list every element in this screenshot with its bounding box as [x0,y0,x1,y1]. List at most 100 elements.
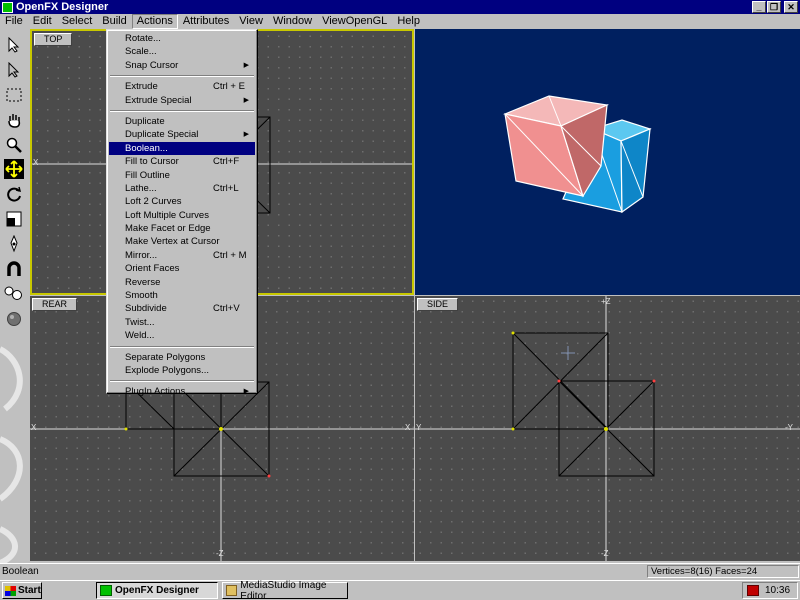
menu-item-make-facet-or-edge[interactable]: Make Facet or Edge [109,222,255,235]
viewport-label-side: SIDE [417,298,459,311]
menu-item-label: Make Facet or Edge [125,223,211,235]
menu-item-label: Extrude [125,81,158,93]
menu-item-label: Separate Polygons [125,351,206,363]
menu-item-make-vertex-at-cursor[interactable]: Make Vertex at Cursor [109,235,255,248]
menu-build[interactable]: Build [97,14,131,29]
task-label: OpenFX Designer [115,585,199,596]
close-button[interactable]: ✕ [784,1,798,13]
menu-item-weld[interactable]: Weld... [109,329,255,342]
menu-attributes[interactable]: Attributes [178,14,234,29]
menu-item-label: Extrude Special [125,94,192,106]
menu-item-label: Rotate... [125,33,161,44]
menu-item-orient-faces[interactable]: Orient Faces [109,262,255,275]
menu-window[interactable]: Window [268,14,317,29]
menu-separator [110,345,254,348]
restore-button[interactable]: ❐ [767,1,781,13]
app-icon [2,1,13,13]
toolbox [0,29,30,563]
blue-cube-side [620,128,651,214]
status-message: Boolean [2,566,39,577]
window-title: OpenFX Designer [16,1,109,13]
menu-item-smooth[interactable]: Smooth [109,289,255,302]
menu-item-loft-2-curves[interactable]: Loft 2 Curves [109,195,255,208]
menu-item-shortcut: Ctrl + E [213,81,245,93]
menu-item-label: Snap Cursor [125,59,179,71]
task-mediastudio[interactable]: MediaStudio Image Editor [222,579,348,600]
magnet-icon[interactable] [4,259,24,279]
menu-help[interactable]: Help [392,14,425,29]
menu-item-subdivide[interactable]: Subdivide Ctrl+V [109,302,255,315]
menu-item-label: Subdivide [125,303,167,315]
rotate-icon[interactable] [4,184,24,204]
menu-actions[interactable]: Actions [131,14,178,29]
menu-item-label: PlugIn Actions [125,386,186,398]
menu-item-loft-multiple-curves[interactable]: Loft Multiple Curves [109,209,255,222]
submenu-arrow-icon: ▶ [243,96,249,104]
menu-item-extrude-special[interactable]: Extrude Special ▶ [109,94,255,107]
status-bar: Boolean Vertices=8(16) Faces=24 [0,563,800,579]
menu-view[interactable]: View [234,14,268,29]
menu-item-plugin-actions[interactable]: PlugIn Actions ▶ [109,385,255,398]
menu-item-boolean[interactable]: Boolean... [109,141,255,156]
scale-icon[interactable] [4,209,24,229]
menu-item-shortcut: Ctrl + M [213,249,247,261]
rear-axis-z-bottom: -Z [216,549,224,558]
menu-separator [110,109,254,112]
zoom-icon[interactable] [4,135,24,155]
menu-edit[interactable]: Edit [28,14,57,29]
submenu-arrow-icon: ▶ [243,388,249,396]
start-button[interactable]: Start [2,582,42,599]
menu-item-extrude[interactable]: Extrude Ctrl + E [109,80,255,93]
menu-item-label: Make Vertex at Cursor [125,236,220,248]
node-arrow-icon[interactable] [4,60,24,80]
task-openfx-designer[interactable]: OpenFX Designer [96,582,218,599]
menu-item-separate-polygons[interactable]: Separate Polygons [109,351,255,364]
side-axis-y-left: Y [416,423,422,432]
rear-axis-x-right: X [405,423,411,432]
mediastudio-app-icon [226,585,238,596]
menu-item-fill-outline[interactable]: Fill Outline [109,169,255,182]
menu-separator [110,380,254,383]
menu-item-duplicate-special[interactable]: Duplicate Special ▶ [109,128,255,141]
menu-select[interactable]: Select [57,14,98,29]
select-arrow-icon[interactable] [4,35,24,55]
menu-item-scale[interactable]: Scale... [109,45,255,58]
menu-separator [110,75,254,78]
viewport-label-rear: REAR [32,298,78,311]
menu-item-twist[interactable]: Twist... [109,316,255,329]
menu-viewopengl[interactable]: ViewOpenGL [317,14,392,29]
menu-bar: File Edit Select Build Actions Attribute… [0,14,800,29]
menu-item-lathe[interactable]: Lathe... Ctrl+L [109,182,255,195]
move-icon[interactable] [4,159,24,179]
menu-item-mirror[interactable]: Mirror... Ctrl + M [109,249,255,262]
viewport-perspective[interactable] [415,29,800,295]
menu-item-fill-to-cursor[interactable]: Fill to Cursor Ctrl+F [109,155,255,168]
ball-icon[interactable] [4,309,24,329]
tray-app-icon[interactable] [747,585,759,596]
menu-item-label: Loft Multiple Curves [125,209,209,221]
menu-item-snap-cursor[interactable]: Snap Cursor ▶ [109,59,255,72]
menu-item-label: Mirror... [125,249,158,261]
menu-item-explode-polygons[interactable]: Explode Polygons... [109,364,255,377]
openfx-app-icon [100,585,112,596]
menu-item-reverse[interactable]: Reverse [109,276,255,289]
menu-item-label: Fill to Cursor [125,156,179,168]
task-label: MediaStudio Image Editor [240,579,327,600]
taskbar: Start OpenFX Designer MediaStudio Image … [0,580,800,600]
menu-item-label: Boolean... [125,142,168,154]
menu-file[interactable]: File [0,14,28,29]
pen-icon[interactable] [4,234,24,254]
menu-item-label: Twist... [125,316,155,328]
menu-item-shortcut: Ctrl+F [213,156,240,168]
menu-item-label: Lathe... [125,182,157,194]
menu-item-label: Loft 2 Curves [125,196,182,208]
menu-item-rotate[interactable]: Rotate... [109,32,255,45]
title-bar: OpenFX Designer _ ❐ ✕ [0,0,800,14]
hand-icon[interactable] [4,110,24,130]
submenu-arrow-icon: ▶ [243,131,249,139]
minimize-button[interactable]: _ [752,1,766,13]
viewport-side[interactable]: SIDE +Z Y -Y -Z [415,296,800,561]
spheres-icon[interactable] [4,283,24,303]
marquee-icon[interactable] [4,85,24,105]
menu-item-duplicate[interactable]: Duplicate [109,115,255,128]
